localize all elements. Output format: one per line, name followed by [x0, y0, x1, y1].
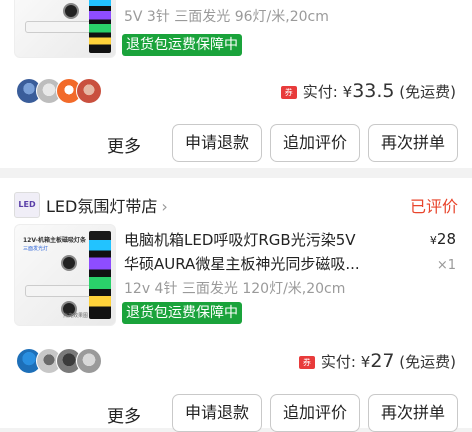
action-row: 更多 申请退款 追加评价 再次拼单 — [0, 394, 472, 432]
store-name[interactable]: LED氛围灯带店 › — [46, 193, 168, 217]
paid-label: 实付: — [320, 353, 356, 371]
product-thumbnail[interactable] — [14, 0, 116, 58]
request-refund-button[interactable]: 申请退款 — [172, 394, 262, 432]
paid-value: 33.5 — [352, 80, 395, 102]
magnet-image — [63, 3, 79, 19]
return-shipping-badge: 退货包运费保障中 — [122, 302, 242, 324]
avatar — [76, 348, 102, 374]
led-strip-image — [89, 0, 111, 53]
product-title-line: 华硕AURA微星主板神光同步磁吸... — [124, 255, 360, 273]
order-card-2[interactable]: LED LED氛围灯带店 › 已评价 12V-机箱主板磁吸灯条 三面发光灯 点亮效… — [0, 178, 472, 432]
request-refund-button[interactable]: 申请退款 — [172, 124, 262, 162]
thumb-footnote: 点亮效果图 — [63, 313, 89, 319]
product-thumbnail[interactable]: 12V-机箱主板磁吸灯条 三面发光灯 点亮效果图 — [14, 224, 116, 326]
more-button[interactable]: 更多 — [107, 132, 141, 157]
paid-label: 实付: — [302, 83, 338, 101]
order-card-1[interactable]: 5V 3针 三面发光 96灯/米,20cm 退货包运费保障中 券实付: ¥33.… — [0, 0, 472, 168]
action-row: 更多 申请退款 追加评价 再次拼单 — [0, 124, 472, 162]
paid-value: 27 — [370, 350, 395, 372]
led-bar-image — [25, 21, 97, 33]
price-value: 28 — [436, 230, 456, 248]
quantity: ×1 — [436, 258, 456, 273]
product-specs: 5V 3针 三面发光 96灯/米,20cm — [124, 9, 329, 25]
coupon-icon: 券 — [280, 86, 297, 99]
store-header[interactable]: LED LED氛围灯带店 › 已评价 — [14, 192, 458, 220]
currency-symbol: ¥ — [360, 353, 371, 371]
reorder-button[interactable]: 再次拼单 — [368, 124, 458, 162]
shipping-note: (免运费) — [399, 83, 456, 101]
unit-price: ¥28 — [430, 230, 456, 248]
shipping-note: (免运费) — [399, 353, 456, 371]
store-logo: LED — [14, 192, 40, 218]
order-status: 已评价 — [409, 197, 458, 216]
return-shipping-badge: 退货包运费保障中 — [122, 34, 242, 56]
paid-amount: 券实付: ¥33.5 (免运费) — [280, 80, 456, 102]
thumb-subcaption: 三面发光灯 — [23, 246, 49, 252]
reorder-button[interactable]: 再次拼单 — [368, 394, 458, 432]
currency-symbol: ¥ — [342, 83, 353, 101]
led-bar-image — [25, 285, 97, 297]
magnet-image — [61, 255, 77, 271]
thumb-caption: 12V-机箱主板磁吸灯条 — [23, 237, 87, 244]
paid-amount: 券实付: ¥27 (免运费) — [298, 350, 456, 372]
store-name-label: LED氛围灯带店 — [46, 197, 158, 216]
product-specs: 12v 4针 三面发光 120灯/米,20cm — [124, 281, 346, 297]
currency-symbol: ¥ — [429, 234, 437, 247]
chevron-right-icon: › — [161, 197, 168, 216]
coupon-icon: 券 — [298, 356, 315, 369]
add-review-button[interactable]: 追加评价 — [270, 394, 360, 432]
more-button[interactable]: 更多 — [107, 402, 141, 427]
product-title[interactable]: 电脑机箱LED呼吸灯RGB光污染5V 华硕AURA微星主板神光同步磁吸... — [124, 228, 410, 276]
product-title-line: 电脑机箱LED呼吸灯RGB光污染5V — [124, 231, 356, 249]
add-review-button[interactable]: 追加评价 — [270, 124, 360, 162]
avatar — [76, 78, 102, 104]
led-strip-image — [89, 231, 111, 319]
